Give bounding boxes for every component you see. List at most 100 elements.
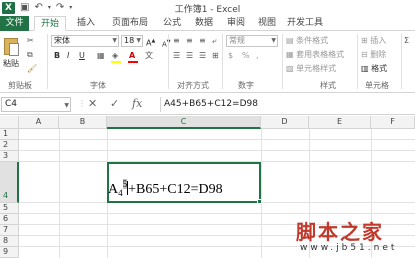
insert-function-button[interactable]: fx bbox=[132, 96, 142, 112]
align-top-icon[interactable]: ≡ bbox=[173, 36, 180, 46]
italic-button[interactable]: I bbox=[67, 51, 69, 61]
bold-button[interactable]: B bbox=[54, 51, 60, 61]
paste-label[interactable]: 粘贴 bbox=[3, 59, 19, 69]
font-color-button[interactable]: A bbox=[129, 51, 135, 61]
conditional-format-icon: ▤ bbox=[286, 36, 297, 45]
paper-icon bbox=[9, 43, 19, 56]
row-header-6[interactable]: 6 bbox=[0, 214, 19, 225]
format-cells-label: 格式 bbox=[371, 64, 388, 73]
font-name-select[interactable]: 宋体 ▼ bbox=[51, 35, 119, 47]
font-size-select[interactable]: 18 ▼ bbox=[121, 35, 143, 47]
enter-icon[interactable]: ✓ bbox=[110, 96, 119, 112]
grid-line bbox=[19, 213, 415, 214]
merge-center-icon[interactable]: ⊞ bbox=[212, 51, 219, 61]
styles-group-label: 样式 bbox=[320, 81, 336, 90]
format-cells-icon: ▥ bbox=[361, 64, 372, 73]
cancel-icon[interactable]: ✕ bbox=[88, 96, 97, 112]
grow-font-button[interactable]: A▲ bbox=[146, 36, 155, 49]
delete-cells-icon: ⊟ bbox=[361, 50, 371, 59]
number-format-value: 常规 bbox=[229, 36, 245, 45]
underline-button[interactable]: U bbox=[79, 51, 85, 61]
cell-c4-base: A bbox=[108, 182, 119, 197]
fill-color-icon[interactable]: ◈ bbox=[112, 51, 118, 61]
column-header-f[interactable]: F bbox=[371, 116, 415, 129]
tab-review[interactable]: 审阅 bbox=[222, 16, 250, 31]
ribbon: 粘贴 ✂ ⧉ 🖌 剪贴板 宋体 ▼ 18 ▼ A▲ A▼ B I U ▦ ◈ A… bbox=[0, 31, 415, 93]
column-header-d[interactable]: D bbox=[261, 116, 309, 129]
column-header-a[interactable]: A bbox=[19, 116, 59, 129]
tab-file[interactable]: 文件 bbox=[0, 16, 29, 31]
fill-color-bar bbox=[111, 61, 121, 63]
row-header-7[interactable]: 7 bbox=[0, 225, 19, 236]
phonetic-button[interactable]: 文 bbox=[145, 51, 153, 61]
row-header-5[interactable]: 5 bbox=[0, 203, 19, 214]
format-cells-button[interactable]: ▥ 格式 bbox=[361, 64, 387, 74]
align-center-icon[interactable]: ☰ bbox=[186, 51, 193, 61]
format-as-table-label: 套用表格格式 bbox=[296, 50, 345, 59]
cell-styles-icon: ▧ bbox=[286, 64, 297, 73]
font-name-value: 宋体 bbox=[54, 36, 70, 45]
format-as-table-button[interactable]: ▦ 套用表格格式 bbox=[286, 50, 344, 60]
align-middle-icon[interactable]: ≡ bbox=[186, 36, 193, 46]
grid-line bbox=[59, 129, 60, 258]
tab-formulas[interactable]: 公式 bbox=[158, 16, 186, 31]
row-header-2[interactable]: 2 bbox=[0, 140, 19, 151]
insert-cells-button[interactable]: ⊞ 插入 bbox=[361, 36, 386, 46]
watermark-url: www.jb51.net bbox=[300, 243, 398, 253]
borders-icon[interactable]: ▦ bbox=[97, 51, 105, 61]
delete-cells-button[interactable]: ⊟ 删除 bbox=[361, 50, 386, 60]
comma-button[interactable]: , bbox=[256, 51, 259, 61]
number-format-select[interactable]: 常规 ▼ bbox=[226, 35, 278, 47]
row-header-3[interactable]: 3 bbox=[0, 151, 19, 162]
cell-c4-subscript: 4 bbox=[118, 188, 123, 198]
window-title: 工作簿1 - Excel bbox=[174, 5, 241, 15]
column-header-e[interactable]: E bbox=[309, 116, 371, 129]
tab-page-layout[interactable]: 页面布局 bbox=[105, 16, 155, 31]
cells-group-label: 单元格 bbox=[365, 81, 389, 90]
tab-home[interactable]: 开始 bbox=[34, 16, 66, 31]
number-group-label: 数字 bbox=[238, 81, 254, 90]
drag-handle-icon[interactable]: ⋮ bbox=[78, 96, 86, 112]
percent-button[interactable]: % bbox=[242, 51, 250, 61]
align-bottom-icon[interactable]: ≡ bbox=[199, 36, 206, 46]
conditional-format-button[interactable]: ▤ 条件格式 bbox=[286, 36, 328, 46]
insert-cells-label: 插入 bbox=[370, 36, 387, 45]
chevron-down-icon: ▼ bbox=[112, 37, 117, 44]
grid-line bbox=[261, 129, 262, 258]
chevron-down-icon: ▼ bbox=[64, 102, 69, 109]
tab-developer[interactable]: 开发工具 bbox=[285, 16, 325, 31]
wrap-text-icon[interactable]: ⤶ bbox=[212, 36, 216, 46]
group-separator bbox=[222, 34, 223, 89]
row-header-9[interactable]: 9 bbox=[0, 247, 19, 258]
formula-bar: C4 ▼ ⋮ ✕ ✓ fx A45+B65+C12=D98 bbox=[0, 94, 415, 115]
cut-icon[interactable]: ✂ bbox=[27, 36, 34, 46]
row-header-1[interactable]: 1 bbox=[0, 129, 19, 140]
column-header-c[interactable]: C bbox=[107, 116, 261, 129]
cell-styles-label: 单元格样式 bbox=[296, 64, 337, 73]
cell-c4-content[interactable]: A45+B65+C12=D98 bbox=[108, 179, 223, 198]
row-header-8[interactable]: 8 bbox=[0, 236, 19, 247]
conditional-format-label: 条件格式 bbox=[296, 36, 329, 45]
shrink-font-button[interactable]: A▼ bbox=[162, 37, 171, 49]
sum-icon[interactable]: Σ bbox=[404, 36, 409, 46]
chevron-down-icon: ▼ bbox=[136, 37, 141, 44]
currency-icon[interactable]: $ bbox=[228, 51, 233, 61]
select-all-corner[interactable] bbox=[0, 116, 19, 129]
copy-icon[interactable]: ⧉ bbox=[27, 50, 33, 60]
align-right-icon[interactable]: ☰ bbox=[199, 51, 206, 61]
name-box[interactable]: C4 ▼ bbox=[1, 97, 71, 112]
formula-input[interactable]: A45+B65+C12=D98 bbox=[160, 97, 414, 112]
row-header-4[interactable]: 4 bbox=[0, 162, 19, 203]
cell-styles-button[interactable]: ▧ 单元格样式 bbox=[286, 64, 336, 74]
alignment-group-label: 对齐方式 bbox=[177, 81, 209, 90]
paste-button[interactable] bbox=[2, 35, 20, 57]
fill-handle[interactable] bbox=[257, 199, 262, 204]
tab-insert[interactable]: 插入 bbox=[72, 16, 100, 31]
column-header-b[interactable]: B bbox=[59, 116, 107, 129]
tab-view[interactable]: 视图 bbox=[253, 16, 281, 31]
tab-data[interactable]: 数据 bbox=[190, 16, 218, 31]
grid-line bbox=[19, 139, 415, 140]
cell-c4-rest: +B65+C12=D98 bbox=[128, 182, 223, 197]
format-painter-icon[interactable]: 🖌 bbox=[27, 64, 37, 74]
align-left-icon[interactable]: ☰ bbox=[173, 51, 180, 61]
